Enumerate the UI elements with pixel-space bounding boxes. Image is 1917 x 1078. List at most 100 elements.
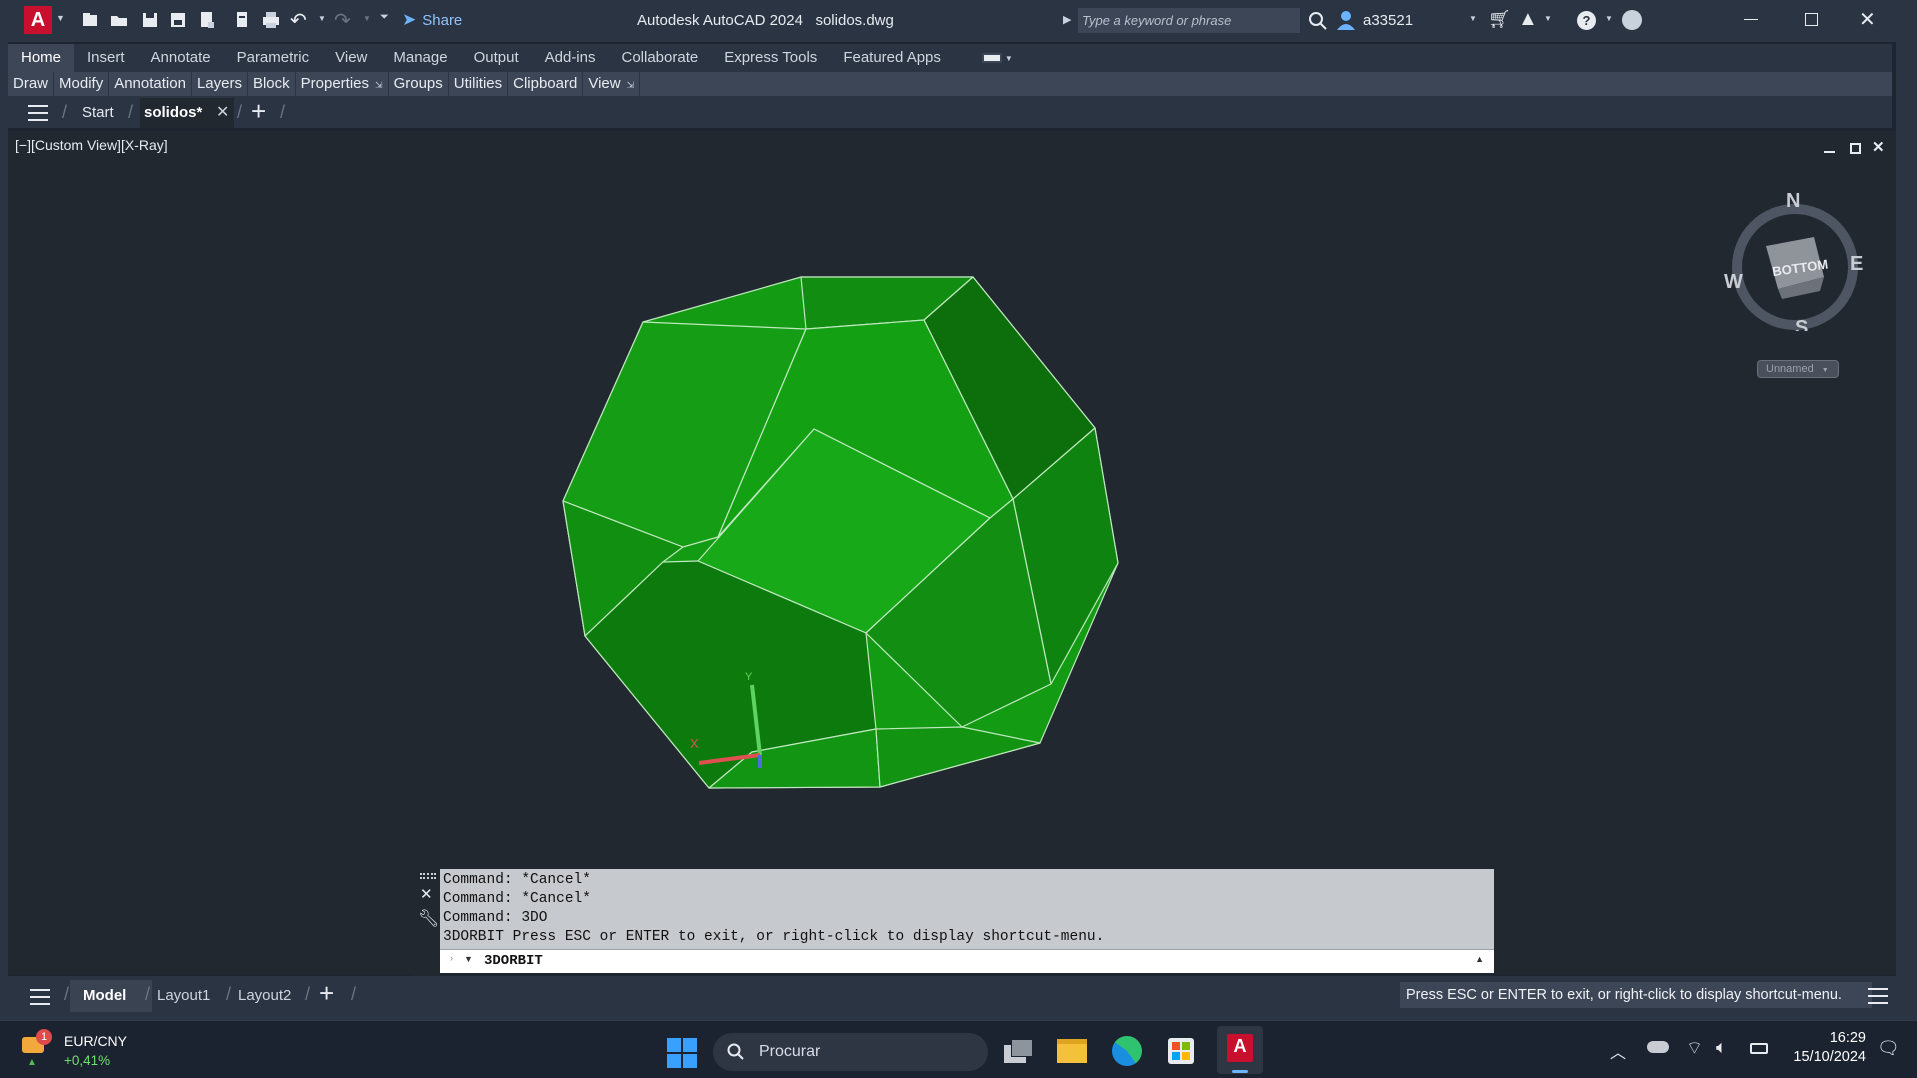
window-title: Autodesk AutoCAD 2024 solidos.dwg: [637, 12, 894, 29]
ribbon-panel-label: Properties: [300, 75, 370, 92]
windows-start-icon[interactable]: [667, 1038, 697, 1068]
customization-menu-icon[interactable]: [1868, 988, 1888, 1004]
ribbon-tab-collaborate[interactable]: Collaborate: [608, 44, 711, 72]
user-icon[interactable]: [1336, 9, 1356, 31]
export-icon[interactable]: [232, 10, 252, 30]
chevron-down-icon[interactable]: ▼: [56, 13, 65, 23]
customize-toolbar-icon[interactable]: ⏷: [380, 11, 389, 24]
undo-icon[interactable]: ↶: [290, 8, 307, 33]
tab-layout2[interactable]: Layout2: [238, 987, 291, 1004]
publish-icon[interactable]: [197, 10, 217, 30]
app-menu-button[interactable]: A: [24, 6, 52, 34]
drawing-viewport[interactable]: [−][Custom View][X-Ray] ✕ BOTTOM N S E W…: [8, 131, 1896, 977]
grip-dots-icon[interactable]: [420, 873, 436, 879]
ribbon-panel-clipboard[interactable]: Clipboard: [508, 72, 584, 96]
chevron-down-icon[interactable]: ▼: [363, 14, 371, 23]
tab-separator: /: [305, 984, 311, 1004]
customize-wrench-icon[interactable]: 🔧︎: [418, 909, 440, 929]
recent-commands-dropdown-icon[interactable]: ▼: [464, 954, 473, 964]
volume-icon[interactable]: 🔈︎: [1716, 1037, 1727, 1058]
layout-menu-icon[interactable]: [30, 989, 50, 1005]
tab-separator: /: [145, 984, 151, 1004]
ribbon-panel-layers[interactable]: Layers: [192, 72, 248, 96]
chevron-down-icon[interactable]: ▼: [1544, 14, 1552, 23]
add-layout-icon[interactable]: +: [319, 978, 334, 1009]
tab-separator: /: [351, 984, 357, 1004]
microsoft-store-icon[interactable]: [1168, 1038, 1194, 1064]
active-document-label[interactable]: solidos*: [144, 104, 202, 121]
ribbon-panel-annotation[interactable]: Annotation: [109, 72, 192, 96]
open-folder-icon[interactable]: [109, 10, 129, 30]
autodesk-app-icon[interactable]: ▲: [1518, 8, 1538, 31]
edge-browser-icon[interactable]: [1112, 1036, 1142, 1066]
new-tab-icon[interactable]: +: [251, 96, 266, 127]
ribbon-tab-annotate[interactable]: Annotate: [138, 44, 224, 72]
close-command-icon[interactable]: ✕: [420, 885, 440, 903]
ribbon-tab-output[interactable]: Output: [461, 44, 532, 72]
wifi-icon[interactable]: ⌔: [1686, 1037, 1703, 1060]
username[interactable]: a33521: [1363, 12, 1413, 29]
chevron-down-icon[interactable]: ▼: [1605, 14, 1613, 23]
chevron-down-icon[interactable]: ▼: [1469, 14, 1477, 23]
save-as-icon[interactable]: [168, 10, 188, 30]
ribbon-tab-parametric[interactable]: Parametric: [224, 44, 323, 72]
tab-start[interactable]: Start: [82, 104, 114, 121]
search-icon: [727, 1043, 744, 1060]
minimize-window-icon[interactable]: [1744, 19, 1758, 20]
ribbon-tab-featured-apps[interactable]: Featured Apps: [830, 44, 954, 72]
file-tabs-menu-icon[interactable]: [28, 105, 48, 121]
taskbar-search[interactable]: Procurar: [713, 1033, 988, 1071]
cart-icon[interactable]: 🛒︎: [1488, 9, 1511, 30]
chevron-down-icon[interactable]: ▼: [318, 14, 326, 23]
onedrive-icon[interactable]: [1647, 1041, 1669, 1053]
clock[interactable]: 16:29 15/10/2024: [1788, 1030, 1866, 1065]
current-command-text[interactable]: 3DORBIT: [484, 953, 543, 969]
panel-expand-icon[interactable]: ⇲: [375, 80, 383, 90]
chevron-down-icon: ▼: [1004, 53, 1013, 63]
title-bar: A ▼ ↶ ▼ ↷ ▼ ⏷ ➤ Share Autodesk AutoCAD 2…: [0, 0, 1917, 42]
plot-icon[interactable]: [260, 10, 282, 30]
autocad-app-icon: A: [1227, 1034, 1253, 1062]
search-icon[interactable]: [1308, 11, 1328, 31]
ribbon-minimize-toggle[interactable]: ▼: [981, 53, 1013, 63]
share-button[interactable]: ➤ Share: [402, 10, 462, 30]
search-input[interactable]: [1078, 8, 1300, 33]
ribbon-panel-view[interactable]: View ⇲: [583, 72, 641, 96]
feedback-icon[interactable]: [1622, 10, 1642, 30]
command-history-toggle-icon[interactable]: ▲: [1475, 954, 1484, 964]
ribbon-tab-add-ins[interactable]: Add-ins: [532, 44, 609, 72]
ribbon-panel-modify[interactable]: Modify: [54, 72, 110, 96]
ribbon-tab-manage[interactable]: Manage: [380, 44, 460, 72]
clock-date: 15/10/2024: [1793, 1049, 1866, 1065]
command-line-input[interactable]: › ▼ 3DORBIT ▲: [440, 949, 1494, 973]
battery-icon[interactable]: [1750, 1043, 1768, 1054]
ribbon-tab-home[interactable]: Home: [8, 44, 75, 72]
ribbon-panel-utilities[interactable]: Utilities: [449, 72, 509, 96]
expand-search-icon[interactable]: ▶: [1063, 13, 1071, 26]
autocad-taskbar-button[interactable]: A: [1217, 1026, 1263, 1074]
redo-icon[interactable]: ↷: [334, 8, 351, 33]
tab-layout1[interactable]: Layout1: [157, 987, 210, 1004]
ribbon-panel-draw[interactable]: Draw: [8, 72, 55, 96]
close-window-icon[interactable]: ✕: [1859, 7, 1876, 32]
ribbon-tab-insert[interactable]: Insert: [74, 44, 138, 72]
file-explorer-icon[interactable]: [1057, 1039, 1087, 1063]
ribbon-panel-groups[interactable]: Groups: [389, 72, 449, 96]
show-hidden-icons[interactable]: ︿: [1610, 1039, 1626, 1063]
new-file-icon[interactable]: [80, 10, 100, 30]
maximize-window-icon[interactable]: [1805, 13, 1818, 26]
ribbon-panel-label: Block: [252, 75, 290, 92]
ribbon-panel-properties[interactable]: Properties ⇲: [296, 72, 389, 96]
ribbon-tab-express-tools[interactable]: Express Tools: [711, 44, 830, 72]
notifications-icon[interactable]: 🗨︎: [1877, 1038, 1900, 1059]
command-window-grip[interactable]: ✕ 🔧︎: [414, 869, 440, 977]
save-icon[interactable]: [140, 10, 160, 30]
tab-model[interactable]: Model: [83, 987, 126, 1004]
ribbon-panel-block[interactable]: Block: [248, 72, 296, 96]
help-icon[interactable]: ?: [1577, 11, 1596, 30]
task-view-icon[interactable]: [1004, 1039, 1034, 1065]
close-tab-icon[interactable]: ✕: [216, 102, 229, 122]
panel-expand-icon[interactable]: ⇲: [627, 80, 635, 90]
ribbon-tab-view[interactable]: View: [322, 44, 380, 72]
3d-solid-dodecahedron[interactable]: Y X: [8, 131, 1896, 974]
